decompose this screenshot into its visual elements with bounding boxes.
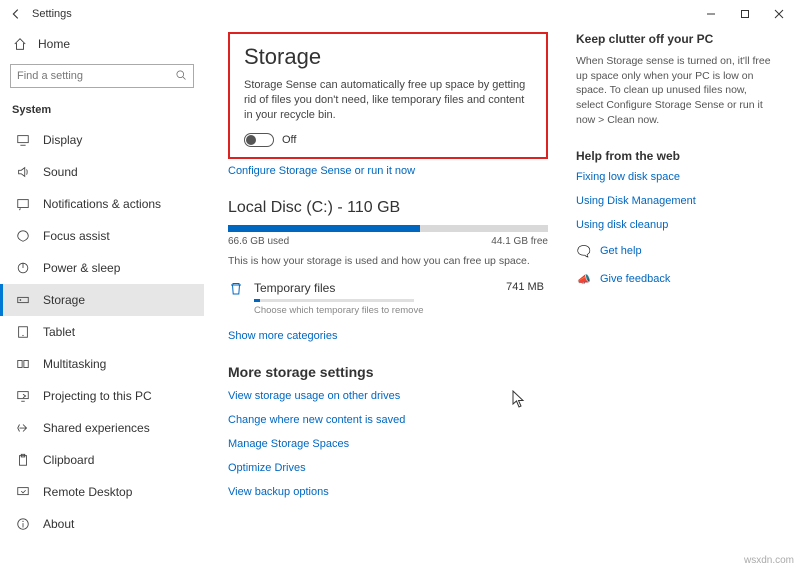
focus-icon bbox=[15, 228, 31, 244]
link-storage-spaces[interactable]: Manage Storage Spaces bbox=[228, 438, 548, 450]
main-content: Storage Storage Sense can automatically … bbox=[204, 28, 800, 570]
sidebar-item-projecting[interactable]: Projecting to this PC bbox=[0, 380, 204, 412]
sidebar-item-label: Remote Desktop bbox=[43, 485, 132, 499]
sidebar-item-remote[interactable]: Remote Desktop bbox=[0, 476, 204, 508]
sidebar-item-shared[interactable]: Shared experiences bbox=[0, 412, 204, 444]
configure-storage-sense-link[interactable]: Configure Storage Sense or run it now bbox=[228, 165, 415, 177]
category-temporary-files[interactable]: Temporary files Choose which temporary f… bbox=[228, 281, 548, 316]
remote-icon bbox=[15, 484, 31, 500]
sidebar-item-label: Notifications & actions bbox=[43, 197, 161, 211]
right-panel: Keep clutter off your PC When Storage se… bbox=[576, 32, 776, 560]
get-help-row[interactable]: 🗨️ Get help bbox=[576, 243, 776, 259]
sidebar-item-label: Projecting to this PC bbox=[43, 389, 152, 403]
sidebar: Home Find a setting System Display Sound… bbox=[0, 28, 204, 570]
storage-sense-toggle[interactable] bbox=[244, 133, 274, 147]
sidebar-item-notifications[interactable]: Notifications & actions bbox=[0, 188, 204, 220]
sidebar-item-tablet[interactable]: Tablet bbox=[0, 316, 204, 348]
link-backup-options[interactable]: View backup options bbox=[228, 486, 548, 498]
category-bar bbox=[254, 299, 414, 302]
maximize-button[interactable] bbox=[728, 2, 762, 26]
storage-sense-description: Storage Sense can automatically free up … bbox=[244, 78, 532, 123]
trash-icon bbox=[228, 281, 244, 297]
free-label: 44.1 GB free bbox=[491, 236, 548, 247]
help-link-disk-cleanup[interactable]: Using disk cleanup bbox=[576, 219, 776, 231]
disk-heading: Local Disc (C:) - 110 GB bbox=[228, 199, 548, 217]
usage-hint: This is how your storage is used and how… bbox=[228, 255, 548, 267]
keep-clutter-text: When Storage sense is turned on, it'll f… bbox=[576, 54, 776, 127]
minimize-button[interactable] bbox=[694, 2, 728, 26]
sidebar-item-label: Tablet bbox=[43, 325, 75, 339]
sidebar-item-multitasking[interactable]: Multitasking bbox=[0, 348, 204, 380]
give-feedback-link: Give feedback bbox=[600, 273, 670, 285]
show-more-categories-link[interactable]: Show more categories bbox=[228, 330, 337, 342]
shared-icon bbox=[15, 420, 31, 436]
link-other-drives[interactable]: View storage usage on other drives bbox=[228, 390, 548, 402]
watermark: wsxdn.com bbox=[744, 555, 794, 566]
page-title: Storage bbox=[244, 44, 532, 70]
toggle-state-label: Off bbox=[282, 134, 296, 146]
sidebar-item-label: Sound bbox=[43, 165, 78, 179]
display-icon bbox=[15, 132, 31, 148]
titlebar: Settings bbox=[0, 0, 800, 28]
back-button[interactable] bbox=[4, 2, 28, 26]
sidebar-item-label: Shared experiences bbox=[43, 421, 150, 435]
sidebar-item-clipboard[interactable]: Clipboard bbox=[0, 444, 204, 476]
link-optimize-drives[interactable]: Optimize Drives bbox=[228, 462, 548, 474]
highlight-box: Storage Storage Sense can automatically … bbox=[228, 32, 548, 159]
give-feedback-row[interactable]: 📣 Give feedback bbox=[576, 271, 776, 287]
disk-usage-bar bbox=[228, 225, 548, 232]
window-title: Settings bbox=[32, 8, 72, 20]
search-icon bbox=[175, 69, 187, 84]
tablet-icon bbox=[15, 324, 31, 340]
notifications-icon bbox=[15, 196, 31, 212]
sidebar-item-label: Power & sleep bbox=[43, 261, 120, 275]
projecting-icon bbox=[15, 388, 31, 404]
section-heading: System bbox=[0, 98, 204, 124]
sidebar-item-storage[interactable]: Storage bbox=[0, 284, 204, 316]
help-link-disk-mgmt[interactable]: Using Disk Management bbox=[576, 195, 776, 207]
home-icon bbox=[12, 36, 28, 52]
clipboard-icon bbox=[15, 452, 31, 468]
sidebar-item-about[interactable]: About bbox=[0, 508, 204, 540]
sidebar-item-label: Storage bbox=[43, 293, 85, 307]
category-hint: Choose which temporary files to remove bbox=[254, 305, 496, 316]
storage-icon bbox=[15, 292, 31, 308]
sound-icon bbox=[15, 164, 31, 180]
search-input[interactable]: Find a setting bbox=[10, 64, 194, 88]
get-help-link: Get help bbox=[600, 245, 642, 257]
power-icon bbox=[15, 260, 31, 276]
home-label: Home bbox=[38, 37, 70, 51]
sidebar-item-label: Display bbox=[43, 133, 82, 147]
help-link-low-disk[interactable]: Fixing low disk space bbox=[576, 171, 776, 183]
help-icon: 🗨️ bbox=[576, 243, 592, 259]
category-size: 741 MB bbox=[506, 281, 548, 293]
sidebar-item-sound[interactable]: Sound bbox=[0, 156, 204, 188]
sidebar-item-display[interactable]: Display bbox=[0, 124, 204, 156]
sidebar-item-label: About bbox=[43, 517, 74, 531]
search-placeholder: Find a setting bbox=[17, 70, 175, 82]
sidebar-item-label: Clipboard bbox=[43, 453, 94, 467]
home-button[interactable]: Home bbox=[0, 28, 204, 60]
about-icon bbox=[15, 516, 31, 532]
close-button[interactable] bbox=[762, 2, 796, 26]
sidebar-item-focus[interactable]: Focus assist bbox=[0, 220, 204, 252]
sidebar-item-label: Focus assist bbox=[43, 229, 110, 243]
used-label: 66.6 GB used bbox=[228, 236, 289, 247]
sidebar-item-power[interactable]: Power & sleep bbox=[0, 252, 204, 284]
link-new-content[interactable]: Change where new content is saved bbox=[228, 414, 548, 426]
feedback-icon: 📣 bbox=[576, 271, 592, 287]
sidebar-item-label: Multitasking bbox=[43, 357, 106, 371]
multitasking-icon bbox=[15, 356, 31, 372]
keep-clutter-heading: Keep clutter off your PC bbox=[576, 32, 776, 46]
more-settings-heading: More storage settings bbox=[228, 364, 548, 380]
category-label: Temporary files bbox=[254, 281, 335, 295]
cursor-icon bbox=[512, 390, 526, 411]
help-from-web-heading: Help from the web bbox=[576, 149, 776, 163]
